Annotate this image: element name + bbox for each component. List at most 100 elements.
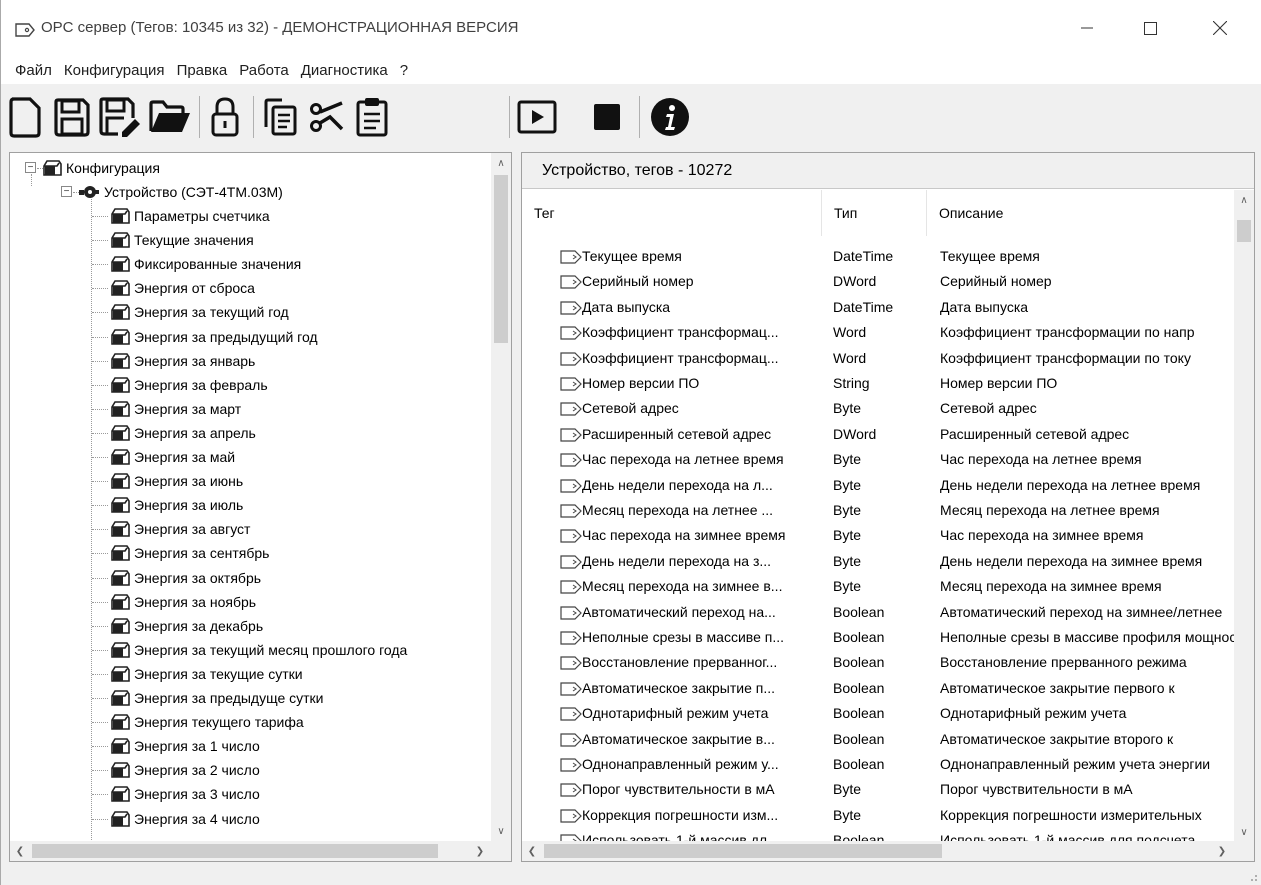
close-button[interactable] (1197, 10, 1243, 46)
tree-item[interactable]: Энергия за предыдуще сутки (110, 686, 324, 710)
tag-row[interactable]: Текущее время DateTime Текущее время (522, 245, 1234, 270)
menu-configuration[interactable]: Конфигурация (58, 62, 171, 79)
copy-button[interactable] (259, 94, 303, 140)
lock-button[interactable] (205, 94, 245, 140)
list-vertical-scrollbar[interactable]: ∧ ∨ (1234, 190, 1254, 842)
tag-row[interactable]: Номер версии ПО String Номер версии ПО (522, 372, 1234, 397)
tree-item[interactable]: Энергия за 1 число (110, 734, 260, 758)
collapse-device-icon[interactable]: − (61, 186, 72, 197)
scroll-left-icon[interactable]: ❮ (522, 841, 542, 861)
tag-row[interactable]: Однотарифный режим учета Boolean Однотариф… (522, 702, 1234, 727)
column-header-tag[interactable]: Тег (522, 190, 822, 236)
tree-root-configuration[interactable]: Конфигурация (42, 156, 160, 180)
tag-row[interactable]: Час перехода на зимнее время Byte Час пере… (522, 524, 1234, 549)
tag-row[interactable]: Восстановление прерванног... Boolean Восст… (522, 651, 1234, 676)
tag-row[interactable]: Серийный номер DWord Серийный номер (522, 270, 1234, 295)
tree-item[interactable]: Энергия за 4 число (110, 807, 260, 831)
tree-hscroll-thumb[interactable] (32, 844, 438, 858)
tree-item[interactable]: Энергия за текущие сутки (110, 662, 303, 686)
tree-item[interactable]: Энергия за октябрь (110, 566, 261, 590)
tree-item[interactable]: Энергия за июнь (110, 469, 243, 493)
tag-icon (560, 809, 582, 823)
stop-button[interactable] (587, 94, 627, 140)
tag-row[interactable]: Автоматическое закрытие п... Boolean Автом… (522, 677, 1234, 702)
tree-vertical-scrollbar[interactable]: ∧ ∨ (491, 153, 511, 841)
tree-item[interactable]: Энергия за 2 число (110, 758, 260, 782)
tag-row[interactable]: Коррекция погрешности изм... Byte Коррекци… (522, 804, 1234, 829)
menu-help[interactable]: ? (394, 62, 414, 79)
cut-button[interactable] (307, 94, 347, 140)
tree-item[interactable]: Энергия за май (110, 445, 235, 469)
tag-name: Однотарифный режим учета (582, 705, 769, 722)
tree-item[interactable]: Энергия за август (110, 517, 250, 541)
tree-item[interactable]: Фиксированные значения (110, 252, 301, 276)
tree-item[interactable]: Энергия за текущий год (110, 300, 289, 324)
tree-item[interactable]: Энергия за декабрь (110, 614, 263, 638)
tag-row[interactable]: Автоматический переход на... Boolean Автом… (522, 601, 1234, 626)
scroll-left-icon[interactable]: ❮ (10, 841, 30, 861)
tree-item[interactable]: Энергия за предыдущий год (110, 325, 318, 349)
tag-row[interactable]: Месяц перехода на зимнее в... Byte Месяц п… (522, 575, 1234, 600)
tag-row[interactable]: Месяц перехода на летнее ... Byte Месяц пе… (522, 499, 1234, 524)
list-hscroll-thumb[interactable] (544, 844, 942, 858)
menu-work[interactable]: Работа (233, 62, 295, 79)
scroll-right-icon[interactable]: ❯ (470, 841, 490, 861)
tag-row[interactable]: Дата выпуска DateTime Дата выпуска (522, 296, 1234, 321)
tag-row[interactable]: Автоматическое закрытие в... Boolean Автом… (522, 728, 1234, 753)
scroll-right-icon[interactable]: ❯ (1212, 841, 1232, 861)
tree-item[interactable]: Энергия за ноябрь (110, 590, 256, 614)
tree-item[interactable]: Энергия за февраль (110, 373, 268, 397)
menu-diagnostics[interactable]: Диагностика (295, 62, 394, 79)
tag-row[interactable]: Коэффициент трансформац... Word Коэффициен… (522, 347, 1234, 372)
open-button[interactable] (147, 94, 193, 140)
tag-row[interactable]: День недели перехода на з... Byte День нед… (522, 550, 1234, 575)
tag-row[interactable]: Неполные срезы в массиве п... Boolean Непо… (522, 626, 1234, 651)
tree-item[interactable]: Энергия за апрель (110, 421, 256, 445)
tag-row[interactable]: Коэффициент трансформац... Word Коэффициен… (522, 321, 1234, 346)
tag-row[interactable]: Час перехода на летнее время Byte Час пере… (522, 448, 1234, 473)
run-button[interactable] (515, 94, 559, 140)
tree-item[interactable]: Энергия текущего тарифа (110, 710, 304, 734)
tree-item[interactable]: Энергия за январь (110, 349, 255, 373)
tree-item[interactable]: Энергия за сентябрь (110, 541, 269, 565)
paste-button[interactable] (351, 94, 393, 140)
save-as-button[interactable] (97, 94, 143, 140)
tag-list[interactable]: Тег Тип Описание Текущее время DateTime Те… (522, 190, 1234, 842)
tree-device[interactable]: Устройство (СЭТ-4ТМ.03М) (78, 180, 283, 204)
tag-row[interactable]: Сетевой адрес Byte Сетевой адрес (522, 397, 1234, 422)
column-header-description[interactable]: Описание (927, 190, 1234, 236)
menu-edit[interactable]: Правка (171, 62, 234, 79)
tree-item[interactable]: Энергия за июль (110, 493, 243, 517)
list-vscroll-thumb[interactable] (1237, 220, 1251, 242)
tree-item[interactable]: Энергия от сброса (110, 276, 255, 300)
tree-item[interactable]: Энергия за текущий месяц прошлого года (110, 638, 407, 662)
scroll-down-icon[interactable]: ∨ (1234, 822, 1254, 842)
list-horizontal-scrollbar[interactable]: ❮ ❯ (522, 841, 1254, 861)
tree-item[interactable]: Текущие значения (110, 228, 254, 252)
toolbar (1, 84, 1261, 150)
resize-grip-icon[interactable] (1246, 870, 1258, 882)
status-bar (1, 866, 1261, 885)
maximize-button[interactable] (1127, 10, 1173, 46)
menu-file[interactable]: Файл (9, 62, 58, 79)
about-button[interactable] (649, 94, 691, 140)
save-button[interactable] (51, 94, 93, 140)
tree-vscroll-thumb[interactable] (494, 175, 508, 343)
tag-row[interactable]: День недели перехода на л... Byte День нед… (522, 474, 1234, 499)
tree-item[interactable]: Параметры счетчика (110, 204, 270, 228)
tree-horizontal-scrollbar[interactable]: ❮ ❯ (10, 841, 511, 861)
tag-description: Коэффициент трансформации по току (940, 349, 1191, 366)
tag-row[interactable]: Порог чувствительности в мА Byte Порог чув… (522, 778, 1234, 803)
scroll-down-icon[interactable]: ∨ (491, 821, 511, 841)
tree-item[interactable]: Энергия за 3 число (110, 782, 260, 806)
scroll-up-icon[interactable]: ∧ (1234, 190, 1254, 210)
configuration-tree[interactable]: − Конфигурация − Устройство (СЭТ-4ТМ.03М) Па… (10, 153, 490, 841)
scroll-up-icon[interactable]: ∧ (491, 153, 511, 173)
tag-row[interactable]: Расширенный сетевой адрес DWord Расширенны… (522, 423, 1234, 448)
column-header-type[interactable]: Тип (822, 190, 927, 236)
collapse-root-icon[interactable]: − (25, 162, 36, 173)
new-button[interactable] (5, 94, 45, 140)
tree-item[interactable]: Энергия за март (110, 397, 241, 421)
minimize-button[interactable] (1064, 10, 1110, 46)
tag-row[interactable]: Однонаправленный режим у... Boolean Однона… (522, 753, 1234, 778)
